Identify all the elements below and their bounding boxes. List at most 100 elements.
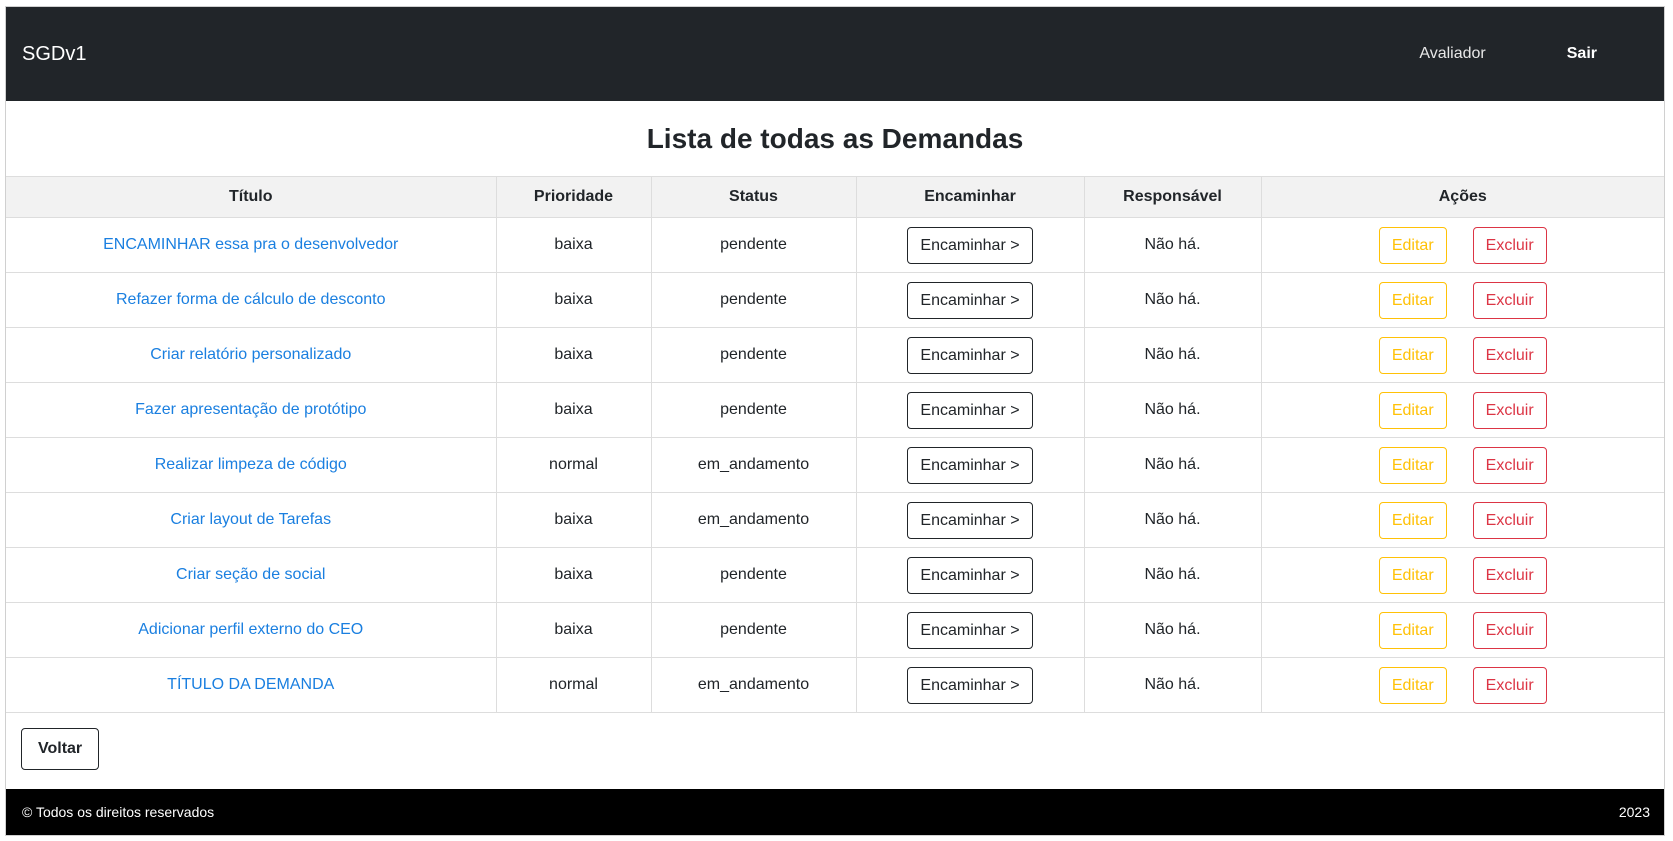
table-row: Refazer forma de cálculo de desconto baix… [6,272,1664,328]
app-window: SGDv1 Avaliador Sair Lista de todas as D… [5,6,1665,836]
responsible-cell: Não há. [1083,382,1262,438]
edit-button[interactable]: Editar [1378,446,1447,484]
brand-link[interactable]: SGDv1 [22,43,86,66]
forward-button[interactable]: Encaminhar > [907,446,1033,484]
demand-title-link[interactable]: Criar layout de Tarefas [6,492,497,548]
forward-button[interactable]: Encaminhar > [907,666,1033,704]
actions-cell: Editar Excluir [1260,437,1664,493]
forward-button[interactable]: Encaminhar > [907,391,1033,429]
priority-cell: baixa [495,547,652,603]
delete-button[interactable]: Excluir [1472,611,1547,649]
demand-title-link[interactable]: Adicionar perfil externo do CEO [6,602,497,658]
priority-cell: baixa [495,382,652,438]
forward-button[interactable]: Encaminhar > [907,501,1033,539]
delete-button[interactable]: Excluir [1472,281,1547,319]
header-priority: Prioridade [496,176,652,218]
edit-button[interactable]: Editar [1378,281,1447,319]
delete-button[interactable]: Excluir [1472,336,1547,374]
responsible-cell: Não há. [1083,327,1262,383]
forward-cell: Encaminhar > [855,547,1085,603]
actions-cell: Editar Excluir [1260,382,1664,438]
header-forward: Encaminhar [856,176,1085,218]
footer-year: 2023 [1618,804,1650,820]
edit-button[interactable]: Editar [1378,611,1447,649]
demand-title-link[interactable]: Criar relatório personalizado [6,327,497,383]
back-button[interactable]: Voltar [21,728,100,770]
priority-cell: normal [495,657,652,713]
table-row: TÍTULO DA DEMANDA normal em_andamento Encam… [6,657,1664,713]
forward-cell: Encaminhar > [855,492,1085,548]
responsible-cell: Não há. [1083,272,1262,328]
header-status: Status [651,176,857,218]
status-cell: em_andamento [650,657,857,713]
priority-cell: baixa [495,217,652,273]
delete-button[interactable]: Excluir [1472,226,1547,264]
responsible-cell: Não há. [1083,602,1262,658]
responsible-cell: Não há. [1083,547,1262,603]
actions-cell: Editar Excluir [1260,657,1664,713]
status-cell: pendente [650,217,857,273]
logout-link[interactable]: Sair [1567,45,1597,63]
actions-cell: Editar Excluir [1260,547,1664,603]
demand-title-link[interactable]: TÍTULO DA DEMANDA [6,657,497,713]
user-role-label: Avaliador [1419,45,1486,62]
footer-copyright: © Todos os direitos reservados [22,804,215,820]
navbar: SGDv1 Avaliador Sair [6,7,1664,101]
table-row: Criar relatório personalizado baixa penden… [6,327,1664,383]
responsible-cell: Não há. [1083,437,1262,493]
forward-button[interactable]: Encaminhar > [907,556,1033,594]
table-row: Adicionar perfil externo do CEO baixa pend… [6,602,1664,658]
status-cell: pendente [650,382,857,438]
delete-button[interactable]: Excluir [1472,556,1547,594]
table-row: Criar seção de social baixa pendente Encami… [6,547,1664,603]
delete-button[interactable]: Excluir [1472,501,1547,539]
delete-button[interactable]: Excluir [1472,666,1547,704]
edit-button[interactable]: Editar [1378,556,1447,594]
demand-title-link[interactable]: Refazer forma de cálculo de desconto [6,272,497,328]
forward-button[interactable]: Encaminhar > [907,336,1033,374]
actions-cell: Editar Excluir [1260,327,1664,383]
forward-button[interactable]: Encaminhar > [907,611,1033,649]
page-title: Lista de todas as Demandas [646,123,1024,154]
responsible-cell: Não há. [1083,657,1262,713]
edit-button[interactable]: Editar [1378,336,1447,374]
forward-cell: Encaminhar > [855,327,1085,383]
edit-button[interactable]: Editar [1378,226,1447,264]
priority-cell: baixa [495,492,652,548]
demand-title-link[interactable]: Realizar limpeza de código [6,437,497,493]
forward-cell: Encaminhar > [855,602,1085,658]
table-row: Realizar limpeza de código normal em_andam… [6,437,1664,493]
forward-button[interactable]: Encaminhar > [907,226,1033,264]
edit-button[interactable]: Editar [1378,666,1447,704]
header-title: Título [6,176,497,218]
responsible-cell: Não há. [1083,217,1262,273]
status-cell: pendente [650,272,857,328]
demands-table: Título Prioridade Status Encaminhar Resp… [6,176,1664,713]
footer: © Todos os direitos reservados 2023 [6,789,1664,835]
demand-title-link[interactable]: ENCAMINHAR essa pra o desenvolvedor [6,217,497,273]
delete-button[interactable]: Excluir [1472,446,1547,484]
table-row: Criar layout de Tarefas baixa em_andamento… [6,492,1664,548]
header-responsible: Responsável [1084,176,1262,218]
priority-cell: baixa [495,272,652,328]
actions-cell: Editar Excluir [1260,602,1664,658]
edit-button[interactable]: Editar [1378,501,1447,539]
table-body: ENCAMINHAR essa pra o desenvolvedor baixa… [6,217,1664,713]
table-row: Fazer apresentação de protótipo baixa pend… [6,382,1664,438]
demand-title-link[interactable]: Criar seção de social [6,547,497,603]
priority-cell: normal [495,437,652,493]
priority-cell: baixa [495,327,652,383]
delete-button[interactable]: Excluir [1472,391,1547,429]
status-cell: pendente [650,327,857,383]
forward-cell: Encaminhar > [855,382,1085,438]
status-cell: em_andamento [650,492,857,548]
demand-title-link[interactable]: Fazer apresentação de protótipo [6,382,497,438]
navbar-right: Avaliador Sair [1419,45,1648,63]
forward-cell: Encaminhar > [855,437,1085,493]
table-header-row: Título Prioridade Status Encaminhar Resp… [6,176,1664,218]
actions-cell: Editar Excluir [1260,272,1664,328]
status-cell: em_andamento [650,437,857,493]
forward-button[interactable]: Encaminhar > [907,281,1033,319]
edit-button[interactable]: Editar [1378,391,1447,429]
responsible-cell: Não há. [1083,492,1262,548]
